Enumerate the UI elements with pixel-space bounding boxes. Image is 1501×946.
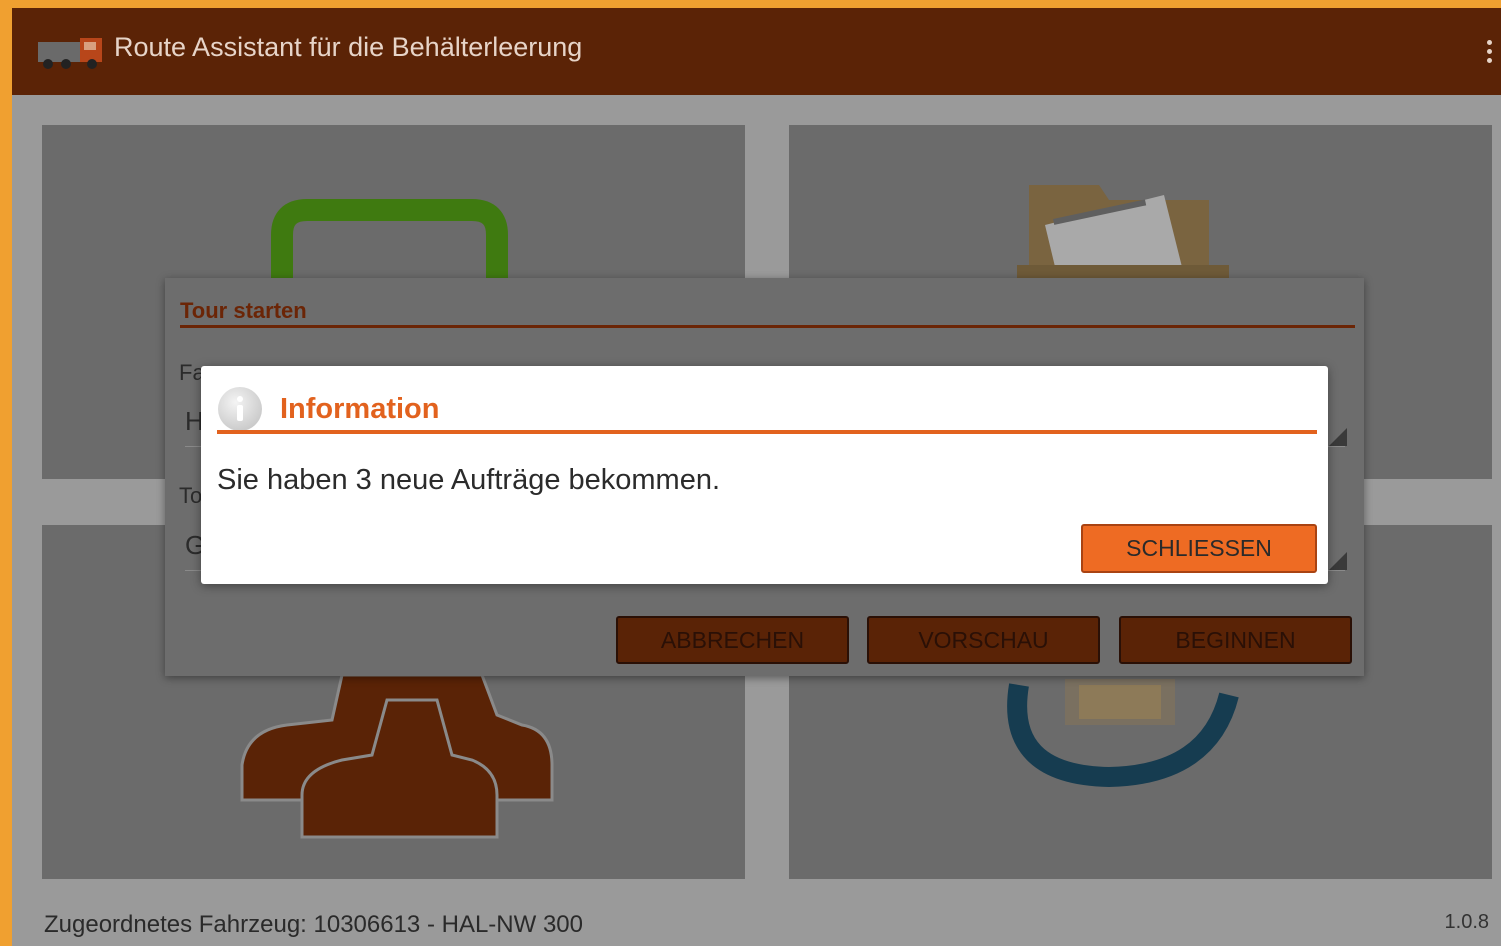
- tour-dialog-divider: [180, 325, 1355, 328]
- spinner-arrow-icon[interactable]: [1329, 552, 1347, 570]
- window-border-left: [0, 0, 12, 946]
- close-button[interactable]: SCHLIESSEN: [1081, 524, 1317, 573]
- overflow-menu-icon[interactable]: [1485, 40, 1493, 70]
- window-border-top: [0, 0, 1501, 8]
- information-divider: [217, 430, 1317, 434]
- app-window: Route Assistant für die Behälterleerung: [0, 0, 1501, 946]
- cancel-button[interactable]: ABBRECHEN: [616, 616, 849, 664]
- garbage-truck-icon: [38, 38, 102, 69]
- information-message: Sie haben 3 neue Aufträge bekommen.: [217, 464, 721, 496]
- app-version: 1.0.8: [1444, 911, 1489, 933]
- information-dialog: Information Sie haben 3 neue Aufträge be…: [201, 366, 1328, 584]
- start-button[interactable]: BEGINNEN: [1119, 616, 1352, 664]
- app-bar: Route Assistant für die Behälterleerung: [12, 8, 1501, 95]
- app-title: Route Assistant für die Behälterleerung: [114, 32, 583, 62]
- tour-dialog-title: Tour starten: [180, 298, 307, 323]
- spinner-arrow-icon[interactable]: [1329, 428, 1347, 446]
- preview-button[interactable]: VORSCHAU: [867, 616, 1100, 664]
- info-icon: [218, 387, 262, 431]
- information-title: Information: [280, 393, 440, 425]
- assigned-vehicle-text: Zugeordnetes Fahrzeug: 10306613 - HAL-NW…: [44, 911, 583, 938]
- field-label-tour: To: [179, 483, 203, 508]
